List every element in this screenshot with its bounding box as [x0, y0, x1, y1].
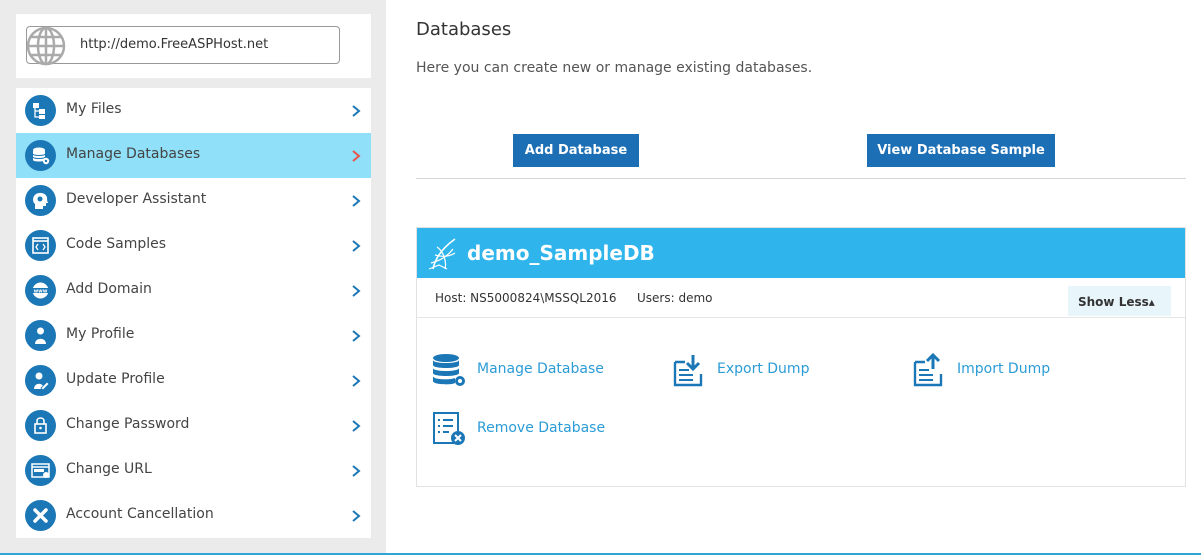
- cancel-icon: [25, 500, 56, 531]
- add-database-button[interactable]: Add Database: [513, 134, 639, 167]
- sidebar-item-add-domain[interactable]: www Add Domain: [16, 268, 371, 313]
- sidebar-item-label: Add Domain: [66, 281, 152, 297]
- remove-list-icon: [433, 412, 465, 445]
- user-edit-icon: [25, 365, 56, 396]
- sidebar-item-label: Account Cancellation: [66, 506, 214, 522]
- url-panel: http://demo.FreeASPHost.net: [16, 14, 371, 78]
- page-title: Databases: [416, 19, 512, 40]
- database-host: Host: NS5000824\MSSQL2016: [435, 291, 617, 305]
- chevron-right-icon: [352, 465, 361, 477]
- sidebar-item-account-cancellation[interactable]: Account Cancellation: [16, 493, 371, 538]
- sidebar-item-label: Developer Assistant: [66, 191, 207, 207]
- chevron-right-icon: [352, 510, 361, 522]
- sidebar-item-label: Code Samples: [66, 236, 167, 252]
- sidebar-item-label: Change URL: [66, 461, 152, 477]
- url-window-icon: [25, 455, 56, 486]
- chevron-right-icon: [352, 330, 361, 342]
- sidebar-item-change-url[interactable]: Change URL: [16, 448, 371, 493]
- chevron-right-icon: [352, 240, 361, 252]
- sidebar-item-change-password[interactable]: Change Password: [16, 403, 371, 448]
- main-content: Databases Here you can create new or man…: [386, 0, 1201, 553]
- import-dump-label: Import Dump: [957, 361, 1051, 377]
- database-info-bar: Host: NS5000824\MSSQL2016 Users: demo Sh…: [417, 278, 1185, 318]
- database-card-header: demo_SampleDB: [417, 228, 1185, 278]
- export-dump-label: Export Dump: [717, 361, 810, 377]
- manage-database-label: Manage Database: [477, 361, 604, 377]
- globe-icon: [26, 26, 66, 66]
- sidebar-item-label: Update Profile: [66, 371, 165, 387]
- database-card: demo_SampleDB Host: NS5000824\MSSQL2016 …: [416, 227, 1186, 487]
- export-icon: [673, 355, 703, 387]
- database-settings-icon: [433, 354, 465, 386]
- lock-icon: [25, 410, 56, 441]
- sidebar-item-label: Manage Databases: [66, 146, 201, 162]
- sidebar: http://demo.FreeASPHost.net My Files Man…: [0, 0, 386, 555]
- files-icon: [25, 95, 56, 126]
- chevron-right-icon: [352, 285, 361, 297]
- page-subtitle: Here you can create new or manage existi…: [416, 60, 813, 76]
- sidebar-item-my-profile[interactable]: My Profile: [16, 313, 371, 358]
- sidebar-menu: My Files Manage Databases Developer Assi…: [16, 88, 371, 538]
- import-icon: [913, 352, 943, 387]
- code-icon: [25, 230, 56, 261]
- chevron-right-icon: [352, 105, 361, 117]
- view-database-sample-button[interactable]: View Database Sample: [867, 134, 1055, 167]
- chevron-right-icon: [352, 375, 361, 387]
- www-icon: www: [25, 275, 56, 306]
- sidebar-item-developer-assistant[interactable]: Developer Assistant: [16, 178, 371, 223]
- site-url-text: http://demo.FreeASPHost.net: [80, 37, 269, 52]
- chevron-right-icon: [352, 420, 361, 432]
- chevron-right-icon: [352, 150, 361, 162]
- sidebar-item-label: My Profile: [66, 326, 135, 342]
- divider: [416, 178, 1186, 179]
- svg-text:www: www: [34, 288, 48, 294]
- sidebar-item-my-files[interactable]: My Files: [16, 88, 371, 133]
- sidebar-item-manage-databases[interactable]: Manage Databases: [16, 133, 371, 178]
- sidebar-item-code-samples[interactable]: Code Samples: [16, 223, 371, 268]
- site-url-field[interactable]: http://demo.FreeASPHost.net: [26, 26, 340, 66]
- user-icon: [25, 320, 56, 351]
- developer-head-icon: [25, 185, 56, 216]
- sidebar-item-label: Change Password: [66, 416, 190, 432]
- chevron-right-icon: [352, 195, 361, 207]
- sidebar-item-label: My Files: [66, 101, 122, 117]
- database-icon: [25, 140, 56, 171]
- database-name: demo_SampleDB: [467, 241, 655, 265]
- sidebar-item-update-profile[interactable]: Update Profile: [16, 358, 371, 403]
- show-less-toggle[interactable]: Show Less▴: [1068, 286, 1171, 316]
- sql-server-logo-icon: [428, 238, 456, 270]
- remove-database-label: Remove Database: [477, 420, 606, 436]
- database-users: Users: demo: [637, 291, 713, 305]
